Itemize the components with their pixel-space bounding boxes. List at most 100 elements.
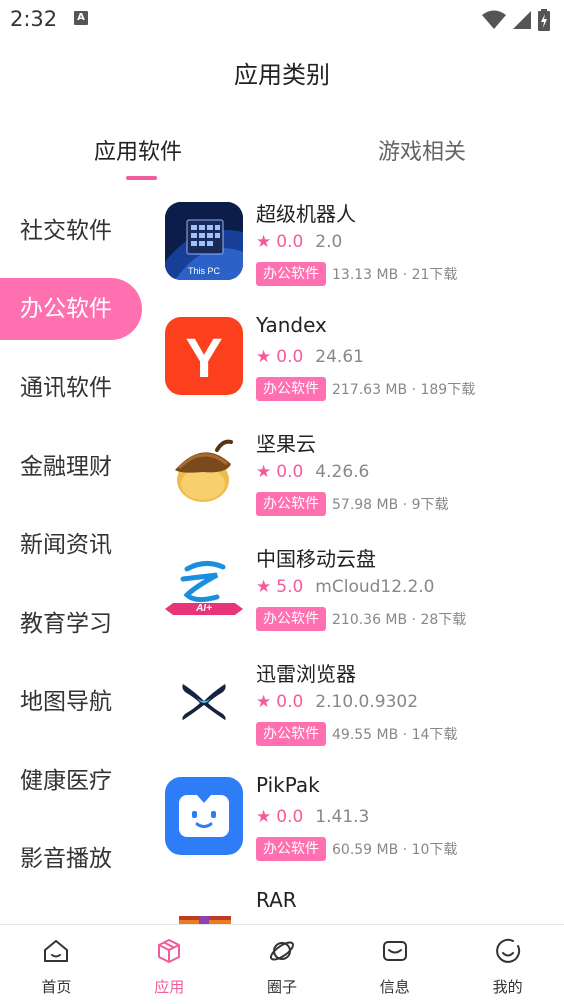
app-item[interactable]: AI+ 中国移动云盘 ★ 5.0 mCloud12.2.0 办公软件 210.3… <box>150 537 564 652</box>
app-version: 1.41.3 <box>315 807 370 827</box>
app-name: 超级机器人 <box>256 202 356 226</box>
nav-home[interactable]: 首页 <box>0 925 113 1004</box>
nav-profile[interactable]: 我的 <box>451 925 564 1004</box>
meta-row: 办公软件 13.13 MB · 21下载 <box>256 262 457 286</box>
tab-active-indicator <box>126 176 157 180</box>
cell-signal-icon <box>513 11 531 29</box>
star-icon: ★ <box>256 347 272 367</box>
apps-cube-icon <box>158 939 181 963</box>
category-news[interactable]: 新闻资讯 <box>0 514 142 576</box>
nav-messages-label: 信息 <box>379 978 410 996</box>
app-rating: 0.0 <box>276 462 304 482</box>
nav-circle-label: 圈子 <box>266 978 297 996</box>
category-communication[interactable]: 通讯软件 <box>0 357 142 419</box>
app-rating: 0.0 <box>276 232 304 252</box>
category-tag: 办公软件 <box>256 837 326 861</box>
app-version: 4.26.6 <box>315 462 370 482</box>
app-list: This PC 超级机器人 ★ 0.0 2.0 办公软件 13.13 MB · … <box>150 192 564 924</box>
app-version: mCloud12.2.0 <box>315 577 435 597</box>
star-icon: ★ <box>256 692 272 712</box>
nav-apps[interactable]: 应用 <box>113 925 226 1004</box>
mcloud-icon: AI+ <box>165 547 243 625</box>
app-rating: 5.0 <box>276 577 304 597</box>
category-social[interactable]: 社交软件 <box>0 200 142 262</box>
meta-row: 办公软件 210.36 MB · 28下载 <box>256 607 466 631</box>
nav-circle[interactable]: 圈子 <box>226 925 339 1004</box>
category-office[interactable]: 办公软件 <box>0 278 142 340</box>
app-size-downloads: 60.59 MB · 10下载 <box>332 842 458 858</box>
notification-a-icon: A <box>74 11 88 25</box>
category-health[interactable]: 健康医疗 <box>0 750 142 812</box>
app-rating: 0.0 <box>276 807 304 827</box>
app-rating: 0.0 <box>276 347 304 367</box>
tab-app-software[interactable]: 应用软件 <box>94 134 182 166</box>
nav-apps-label: 应用 <box>154 978 185 996</box>
app-name: 中国移动云盘 <box>256 547 376 571</box>
app-item[interactable]: 坚果云 ★ 0.0 4.26.6 办公软件 57.98 MB · 9下载 <box>150 422 564 537</box>
app-version: 2.10.0.9302 <box>315 692 419 712</box>
app-item[interactable]: 迅雷浏览器 ★ 0.0 2.10.0.9302 办公软件 49.55 MB · … <box>150 652 564 767</box>
rating-row: ★ 0.0 24.61 <box>256 347 364 367</box>
acorn-icon <box>165 432 243 510</box>
category-media[interactable]: 影音播放 <box>0 828 142 890</box>
app-size-downloads: 217.63 MB · 189下载 <box>332 382 476 398</box>
home-icon <box>44 940 69 962</box>
category-tag: 办公软件 <box>256 377 326 401</box>
planet-icon <box>269 941 295 961</box>
tab-game-related[interactable]: 游戏相关 <box>378 134 466 166</box>
category-tag: 办公软件 <box>256 492 326 516</box>
app-item[interactable]: This PC 超级机器人 ★ 0.0 2.0 办公软件 13.13 MB · … <box>150 192 564 307</box>
category-education[interactable]: 教育学习 <box>0 593 142 655</box>
app-name: Yandex <box>256 313 327 337</box>
star-icon: ★ <box>256 462 272 482</box>
rating-row: ★ 0.0 4.26.6 <box>256 462 369 482</box>
app-name: 迅雷浏览器 <box>256 662 356 686</box>
app-item[interactable]: Y Yandex ★ 0.0 24.61 办公软件 217.63 MB · 18… <box>150 307 564 422</box>
bottom-nav: 首页 应用 圈子 信息 我的 <box>0 924 564 1004</box>
category-sidebar: 社交软件 办公软件 通讯软件 金融理财 新闻资讯 教育学习 地图导航 健康医疗 … <box>0 192 150 922</box>
app-item[interactable]: PikPak ★ 0.0 1.41.3 办公软件 60.59 MB · 10下载 <box>150 767 564 882</box>
message-icon <box>382 941 407 961</box>
rar-icon <box>165 892 243 924</box>
pikpak-icon <box>165 777 243 855</box>
app-version: 24.61 <box>315 347 364 367</box>
app-size-downloads: 210.36 MB · 28下载 <box>332 612 467 628</box>
rating-row: ★ 0.0 1.41.3 <box>256 807 369 827</box>
nav-messages[interactable]: 信息 <box>338 925 451 1004</box>
nav-home-label: 首页 <box>41 978 72 996</box>
app-item[interactable]: RAR <box>150 882 564 924</box>
app-name: RAR <box>256 888 297 912</box>
category-tag: 办公软件 <box>256 722 326 746</box>
wifi-icon <box>482 10 506 29</box>
nav-profile-label: 我的 <box>492 978 523 996</box>
star-icon: ★ <box>256 807 272 827</box>
meta-row: 办公软件 217.63 MB · 189下载 <box>256 377 475 401</box>
rating-row: ★ 0.0 2.0 <box>256 232 342 252</box>
icon-caption: AI+ <box>196 603 212 614</box>
rating-row: ★ 0.0 2.10.0.9302 <box>256 692 418 712</box>
status-bar: 2:32 A <box>0 0 564 40</box>
star-icon: ★ <box>256 232 272 252</box>
xunlei-icon <box>165 662 243 740</box>
app-size-downloads: 57.98 MB · 9下载 <box>332 497 449 513</box>
category-finance[interactable]: 金融理财 <box>0 436 142 498</box>
app-size-downloads: 13.13 MB · 21下载 <box>332 267 458 283</box>
rating-row: ★ 5.0 mCloud12.2.0 <box>256 577 435 597</box>
battery-icon <box>538 9 550 31</box>
yandex-icon: Y <box>165 317 243 395</box>
page-title: 应用类别 <box>234 61 330 89</box>
star-icon: ★ <box>256 577 272 597</box>
status-time: 2:32 <box>10 7 58 31</box>
app-name: PikPak <box>256 773 320 797</box>
category-tag: 办公软件 <box>256 262 326 286</box>
meta-row: 办公软件 57.98 MB · 9下载 <box>256 492 448 516</box>
category-maps[interactable]: 地图导航 <box>0 671 142 733</box>
category-tag: 办公软件 <box>256 607 326 631</box>
windows-pc-icon: This PC <box>165 202 243 280</box>
app-size-downloads: 49.55 MB · 14下载 <box>332 727 458 743</box>
icon-caption: This PC <box>187 266 220 276</box>
app-version: 2.0 <box>315 232 343 252</box>
icon-letter: Y <box>185 326 223 389</box>
meta-row: 办公软件 60.59 MB · 10下载 <box>256 837 457 861</box>
profile-smile-icon <box>495 938 520 963</box>
